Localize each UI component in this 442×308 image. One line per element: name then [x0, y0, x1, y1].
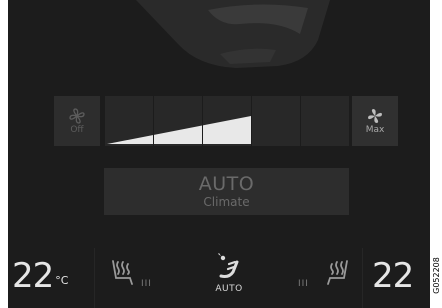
auto-climate-subtitle: Climate: [203, 195, 250, 209]
seat-illustration: [136, 0, 330, 68]
fan-off-label: Off: [70, 124, 84, 135]
fan-level-fill: [107, 96, 251, 146]
fan-max-label: Max: [365, 124, 385, 135]
driver-temperature-value: 22: [12, 256, 54, 296]
airflow-icon: [218, 253, 239, 278]
driver-seat-heat-level: III: [141, 279, 152, 289]
climate-screen: Off Max AUTO Climate 22 °C III AUTO III …: [8, 0, 430, 308]
fan-level-slider[interactable]: [105, 96, 349, 146]
fan-max-button[interactable]: Max: [352, 96, 398, 146]
fan-off-icon: [69, 107, 85, 124]
divider: [94, 248, 95, 308]
passenger-seat-heat-icon[interactable]: [324, 258, 352, 286]
airflow-auto-label: AUTO: [215, 284, 243, 294]
auto-climate-title: AUTO: [198, 173, 255, 195]
figure-code-text: G052208: [431, 257, 441, 294]
climate-bar: 22 °C III AUTO III 22: [8, 248, 430, 308]
fan-off-button[interactable]: Off: [54, 96, 100, 146]
temperature-unit: °C: [55, 274, 69, 287]
fan-max-icon: [368, 108, 382, 123]
passenger-seat-heat-level: III: [298, 279, 309, 289]
figure-code: G052208: [430, 257, 442, 296]
passenger-temperature[interactable]: 22: [372, 256, 414, 296]
passenger-temperature-value: 22: [372, 256, 414, 296]
driver-temperature[interactable]: 22 °C: [12, 258, 68, 294]
driver-seat-heat-icon[interactable]: [108, 258, 136, 286]
auto-climate-button[interactable]: AUTO Climate: [104, 168, 349, 215]
airflow-auto-button[interactable]: AUTO: [204, 252, 254, 294]
divider: [362, 248, 363, 308]
